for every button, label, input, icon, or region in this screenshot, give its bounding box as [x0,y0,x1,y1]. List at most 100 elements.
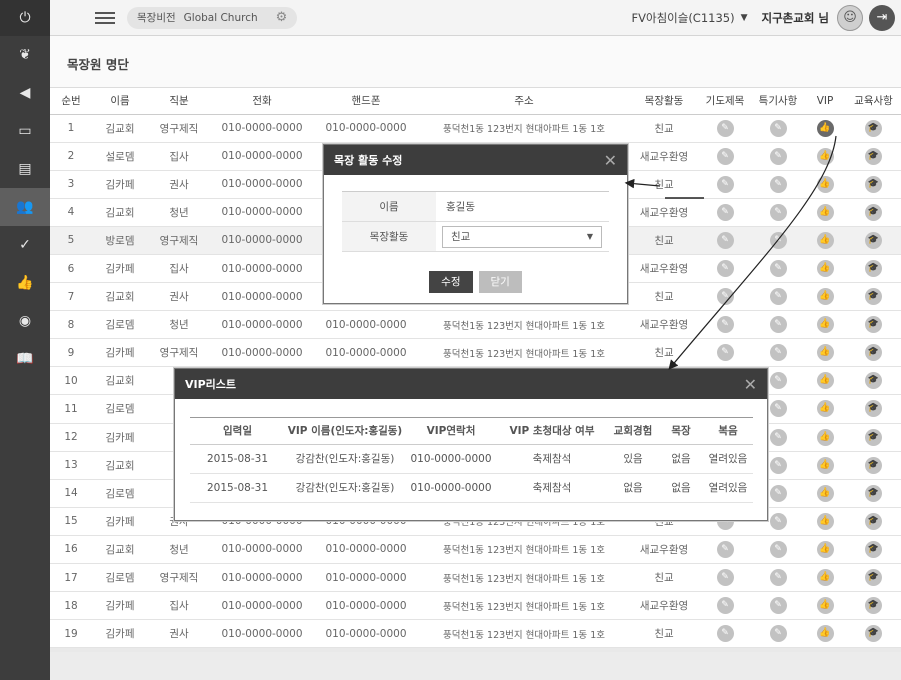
pencil-icon[interactable]: ✎ [716,231,734,249]
thumbs-up-icon[interactable]: 👍 [816,288,834,306]
pencil-icon[interactable]: ✎ [716,260,734,278]
close-button[interactable]: 닫기 [478,271,522,293]
pencil-icon[interactable]: ✎ [769,456,787,474]
pencil-icon[interactable]: ✎ [769,344,787,362]
thumbs-up-icon[interactable]: 👍 [816,456,834,474]
pencil-icon[interactable]: ✎ [716,119,734,137]
pencil-icon[interactable]: ✎ [716,625,734,643]
pencil-icon[interactable]: ✎ [769,147,787,165]
pencil-icon[interactable]: ✎ [769,203,787,221]
pencil-icon[interactable]: ✎ [769,428,787,446]
mortarboard-icon[interactable]: 🎓 [865,597,882,615]
mortarboard-icon[interactable]: 🎓 [865,231,882,249]
mortarboard-icon[interactable]: 🎓 [865,316,882,334]
pencil-icon[interactable]: ✎ [769,119,787,137]
users-icon[interactable]: 👥 [0,188,50,226]
power-icon[interactable]: ⏻ [0,0,50,36]
thumbs-up-icon[interactable]: 👍 [816,316,834,334]
table-row[interactable]: 18 김카페 집사 010-0000-0000 010-0000-0000 풍덕천1동 1… [50,591,901,621]
thumbs-up-icon[interactable]: 👍 [816,231,834,249]
mortarboard-icon[interactable]: 🎓 [865,625,882,643]
pencil-icon[interactable]: ✎ [769,231,787,249]
mortarboard-icon[interactable]: 🎓 [865,400,882,418]
logout-icon[interactable]: ⇥ [869,4,895,31]
thumbs-up-icon[interactable]: 👍 [816,147,834,165]
mortarboard-icon[interactable]: 🎓 [865,540,882,558]
pencil-icon[interactable]: ✎ [769,400,787,418]
mortarboard-icon[interactable]: 🎓 [865,203,882,221]
menu-icon[interactable] [95,9,115,27]
pencil-icon[interactable]: ✎ [716,175,734,193]
pencil-icon[interactable]: ✎ [769,569,787,587]
thumbs-up-icon[interactable]: 👍 [816,512,834,530]
thumbs-up-icon[interactable]: 👍 [816,428,834,446]
table-row[interactable]: 8 김로뎀 청년 010-0000-0000 010-0000-0000 풍덕천1동 12… [50,310,901,340]
pencil-icon[interactable]: ✎ [716,203,734,221]
calendar-icon[interactable]: ▭ [0,112,50,150]
check-icon[interactable]: ✓ [0,226,50,264]
thumbs-up-icon[interactable]: 👍 [816,175,834,193]
pencil-icon[interactable]: ✎ [769,512,787,530]
pencil-icon[interactable]: ✎ [769,316,787,334]
vip-row[interactable]: 2015-08-31 강감찬(인도자:홍길동) 010-0000-0000 축제참석 있… [190,444,753,474]
thumbs-up-icon[interactable]: 👍 [816,260,834,278]
mortarboard-icon[interactable]: 🎓 [865,288,882,306]
gear-icon[interactable]: ⚙ [276,10,288,25]
pencil-icon[interactable]: ✎ [769,625,787,643]
mortarboard-icon[interactable]: 🎓 [865,119,882,137]
mortarboard-icon[interactable]: 🎓 [865,569,882,587]
thumbs-up-icon[interactable]: 👍 [816,597,834,615]
thumbs-up-icon[interactable]: 👍 [0,264,50,302]
mortarboard-icon[interactable]: 🎓 [865,260,882,278]
mortarboard-icon[interactable]: 🎓 [865,147,882,165]
thumbs-up-icon[interactable]: 👍 [816,540,834,558]
thumbs-up-icon[interactable]: 👍 [816,400,834,418]
pencil-icon[interactable]: ✎ [769,597,787,615]
table-row[interactable]: 17 김로뎀 영구제직 010-0000-0000 010-0000-0000 풍덕천1동… [50,563,901,593]
mortarboard-icon[interactable]: 🎓 [865,175,882,193]
mortarboard-icon[interactable]: 🎓 [865,344,882,362]
activity-select[interactable]: 친교 ▼ [442,225,602,248]
vip-row[interactable]: 2015-08-31 강감찬(인도자:홍길동) 010-0000-0000 축제참석 없… [190,473,753,503]
user-dropdown[interactable]: FV아침이슬(C1135) ▼ [632,10,748,26]
mortarboard-icon[interactable]: 🎓 [865,428,882,446]
table-row[interactable]: 16 김교회 청년 010-0000-0000 010-0000-0000 풍덕천1동 1… [50,535,901,565]
mortarboard-icon[interactable]: 🎓 [865,484,882,502]
thumbs-up-icon[interactable]: 👍 [816,344,834,362]
close-icon[interactable]: ✕ [744,375,757,394]
pencil-icon[interactable]: ✎ [716,316,734,334]
pencil-icon[interactable]: ✎ [769,175,787,193]
pencil-icon[interactable]: ✎ [769,540,787,558]
close-icon[interactable]: ✕ [604,151,617,170]
megaphone-icon[interactable]: ◀ [0,74,50,112]
pencil-icon[interactable]: ✎ [716,597,734,615]
globe-icon[interactable]: ◉ [0,302,50,340]
leaf-icon[interactable]: ❦ [0,36,50,74]
mortarboard-icon[interactable]: 🎓 [865,456,882,474]
pencil-icon[interactable]: ✎ [716,147,734,165]
pencil-icon[interactable]: ✎ [716,569,734,587]
document-icon[interactable]: ▤ [0,150,50,188]
book-icon[interactable]: 📖 [0,340,50,378]
thumbs-up-icon[interactable]: 👍 [816,119,834,137]
pencil-icon[interactable]: ✎ [769,288,787,306]
pencil-icon[interactable]: ✎ [769,372,787,390]
table-row[interactable]: 9 김카페 영구제직 010-0000-0000 010-0000-0000 풍덕천1동 … [50,338,901,368]
site-selector[interactable]: 목장비전 Global Church ⚙ [127,6,298,29]
pencil-icon[interactable]: ✎ [716,540,734,558]
table-row[interactable]: 1 김교회 영구제직 010-0000-0000 010-0000-0000 풍덕천1동 … [50,114,901,143]
pencil-icon[interactable]: ✎ [769,484,787,502]
thumbs-up-icon[interactable]: 👍 [816,569,834,587]
mortarboard-icon[interactable]: 🎓 [865,512,882,530]
pencil-icon[interactable]: ✎ [716,288,734,306]
mortarboard-icon[interactable]: 🎓 [865,372,882,390]
table-row[interactable]: 19 김카페 권사 010-0000-0000 010-0000-0000 풍덕천1동 1… [50,619,901,649]
submit-button[interactable]: 수정 [429,271,473,293]
thumbs-up-icon[interactable]: 👍 [816,625,834,643]
thumbs-up-icon[interactable]: 👍 [816,372,834,390]
pencil-icon[interactable]: ✎ [769,260,787,278]
avatar[interactable]: ☺ [837,4,863,31]
thumbs-up-icon[interactable]: 👍 [816,484,834,502]
thumbs-up-icon[interactable]: 👍 [816,203,834,221]
pencil-icon[interactable]: ✎ [716,344,734,362]
